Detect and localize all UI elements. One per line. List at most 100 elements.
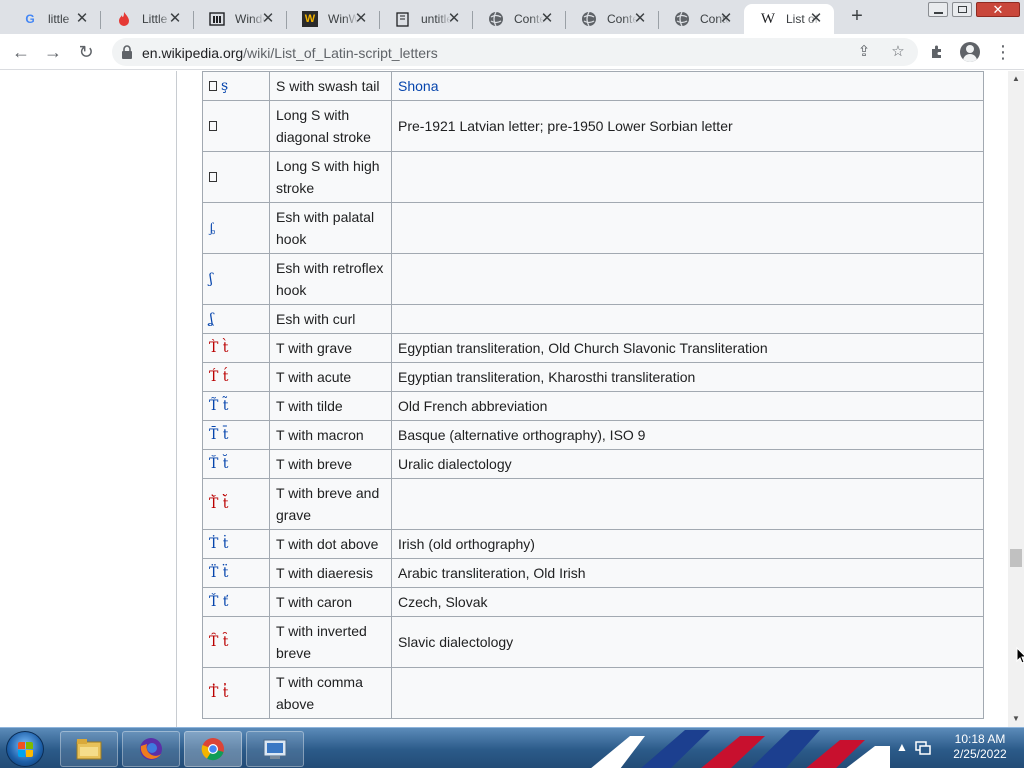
url-path: /wiki/List_of_Latin-script_letters — [243, 45, 438, 61]
start-logo-green — [26, 742, 33, 749]
new-tab-button[interactable]: + — [846, 6, 868, 28]
scroll-up-arrow-icon[interactable]: ▲ — [1008, 71, 1024, 87]
letter-glyph-link[interactable]: T̃ t̃ — [209, 398, 228, 414]
browser-tab[interactable]: Contents✕ — [565, 4, 659, 34]
dictionary-icon — [395, 11, 411, 27]
letter-name-cell: T with breve and grave — [269, 478, 392, 530]
letter-glyph-link[interactable]: ᶋ — [209, 220, 215, 236]
close-tab-icon[interactable]: ✕ — [353, 11, 369, 27]
scroll-down-arrow-icon[interactable]: ▼ — [1008, 711, 1024, 727]
close-tab-icon[interactable]: ✕ — [446, 11, 462, 27]
taskbar-chrome[interactable] — [184, 731, 242, 767]
network-icon[interactable] — [914, 739, 932, 757]
table-row: ᶋ Esh with palatal hook — [202, 202, 984, 254]
letter-glyph-cell: T̑ t̑ — [202, 616, 270, 668]
taskbar-clock[interactable]: 10:18 AM 2/25/2022 — [940, 732, 1020, 762]
letter-glyph-cell: T̀ t̀ — [202, 333, 270, 363]
letter-glyph-link[interactable]: T̆̀ t̆̀ — [209, 496, 228, 512]
close-window-button[interactable]: ✕ — [976, 2, 1020, 17]
letter-glyph-cell: ş — [202, 71, 270, 101]
letter-glyph-link[interactable]: T̄ t̄ — [209, 427, 228, 443]
letter-usage-cell — [391, 667, 984, 719]
letter-usage-cell — [391, 304, 984, 334]
letter-glyph-cell: Ť ť — [202, 587, 270, 617]
share-icon[interactable]: ⇪ — [854, 42, 874, 62]
missing-glyph-icon — [209, 121, 217, 131]
taskbar-firefox[interactable] — [122, 731, 180, 767]
close-tab-icon[interactable]: ✕ — [718, 11, 734, 27]
browser-tab[interactable]: Contents✕ — [658, 4, 744, 34]
windows-taskbar: ▲ 10:18 AM 2/25/2022 — [0, 727, 1024, 768]
taskbar-file-explorer[interactable] — [60, 731, 118, 767]
close-tab-icon[interactable]: ✕ — [74, 11, 90, 27]
letter-glyph-link[interactable]: Ṫ ṫ — [209, 536, 228, 552]
close-tab-icon[interactable]: ✕ — [632, 11, 648, 27]
missing-glyph-icon — [209, 172, 217, 182]
close-tab-icon[interactable]: ✕ — [539, 11, 555, 27]
letter-glyph-link[interactable]: T̆ t̆ — [209, 456, 228, 472]
letter-name-cell: T with dot above — [269, 529, 392, 559]
letter-name-cell: T with diaeresis — [269, 558, 392, 588]
browser-tab[interactable]: untitled✕ — [379, 4, 473, 34]
letter-glyph-cell: T̈ ẗ — [202, 558, 270, 588]
letter-glyph-link[interactable]: T̀ t̀ — [209, 340, 228, 356]
browser-tab[interactable]: Windows✕ — [193, 4, 287, 34]
show-hidden-icons-icon[interactable]: ▲ — [896, 740, 908, 754]
profile-avatar[interactable] — [960, 42, 980, 62]
desktop-wallpaper-graphic — [591, 730, 890, 768]
browser-tab[interactable]: Contents✕ — [472, 4, 566, 34]
minimize-button[interactable] — [928, 2, 948, 17]
close-tab-icon[interactable]: ✕ — [808, 11, 824, 27]
letter-glyph-cell: T̃ t̃ — [202, 391, 270, 421]
vertical-scrollbar[interactable]: ▲ ▼ — [1008, 71, 1024, 727]
folder-icon — [76, 739, 102, 760]
extensions-puzzle-icon[interactable] — [926, 41, 948, 63]
scrollbar-thumb[interactable] — [1010, 549, 1022, 567]
taskbar-control-panel[interactable] — [246, 731, 304, 767]
start-button[interactable] — [6, 731, 44, 767]
forward-button[interactable]: → — [41, 40, 65, 64]
browser-tab[interactable]: Glittle ✕ — [6, 4, 101, 34]
reload-button[interactable]: ↻ — [74, 40, 98, 64]
address-bar[interactable]: en.wikipedia.org/wiki/List_of_Latin-scri… — [112, 38, 918, 66]
clock-date: 2/25/2022 — [953, 747, 1007, 761]
table-row: T́ t́ T with acute Egyptian transliteratio… — [202, 362, 984, 392]
letter-glyph-link[interactable]: T̑ t̑ — [209, 634, 228, 650]
letter-glyph-cell: T̄ t̄ — [202, 420, 270, 450]
letter-glyph-link[interactable]: T̓ t̓ — [209, 685, 228, 701]
control-panel-icon — [263, 739, 287, 759]
letter-usage-cell: Pre-1921 Latvian letter; pre-1950 Lower … — [391, 100, 984, 152]
letter-glyph-link[interactable]: ʃ — [209, 271, 213, 287]
back-arrow-icon: ← — [12, 42, 30, 62]
table-row: T̀ t̀ T with grave Egyptian transliteratio… — [202, 333, 984, 363]
usage-link[interactable]: Shona — [398, 78, 438, 94]
missing-glyph-icon — [209, 81, 217, 91]
browser-tab[interactable]: WWinWorld✕ — [286, 4, 380, 34]
table-row: Ť ť T with caron Czech, Slovak — [202, 587, 984, 617]
back-button[interactable]: ← — [9, 40, 33, 64]
letter-usage-cell — [391, 202, 984, 254]
latin-letters-table: ş S with swash tail Shona Long S with diago… — [202, 71, 984, 719]
letter-glyph-cell: T́ t́ — [202, 362, 270, 392]
table-row: ʃ Esh with retroflex hook — [202, 253, 984, 305]
restore-button[interactable] — [952, 2, 972, 17]
globe-icon — [674, 11, 690, 27]
table-row: T̓ t̓ T with comma above — [202, 667, 984, 719]
letter-usage-cell: Slavic dialectology — [391, 616, 984, 668]
close-tab-icon[interactable]: ✕ — [167, 11, 183, 27]
letter-glyph-link[interactable]: ş — [221, 78, 228, 94]
wikipedia-icon: W — [760, 10, 776, 27]
letter-glyph-link[interactable]: Ť ť — [209, 594, 228, 610]
menu-kebab-icon[interactable]: ⋮ — [992, 41, 1014, 63]
globe-icon — [581, 11, 597, 27]
letter-glyph-link[interactable]: T́ t́ — [209, 369, 228, 385]
letter-glyph-link[interactable]: T̈ ẗ — [209, 565, 228, 581]
close-tab-icon[interactable]: ✕ — [260, 11, 276, 27]
letter-usage-cell: Egyptian transliteration, Old Church Sla… — [391, 333, 984, 363]
browser-tab[interactable]: Little ✕ — [100, 4, 194, 34]
table-row: T̆ t̆ T with breve Uralic dialectology — [202, 449, 984, 479]
bookmark-star-icon[interactable]: ☆ — [888, 42, 908, 62]
browser-tab[interactable]: WList of Latin-script letters✕ — [744, 4, 834, 34]
w-logo-icon: W — [302, 11, 318, 27]
letter-glyph-link[interactable]: ʆ — [209, 311, 214, 327]
